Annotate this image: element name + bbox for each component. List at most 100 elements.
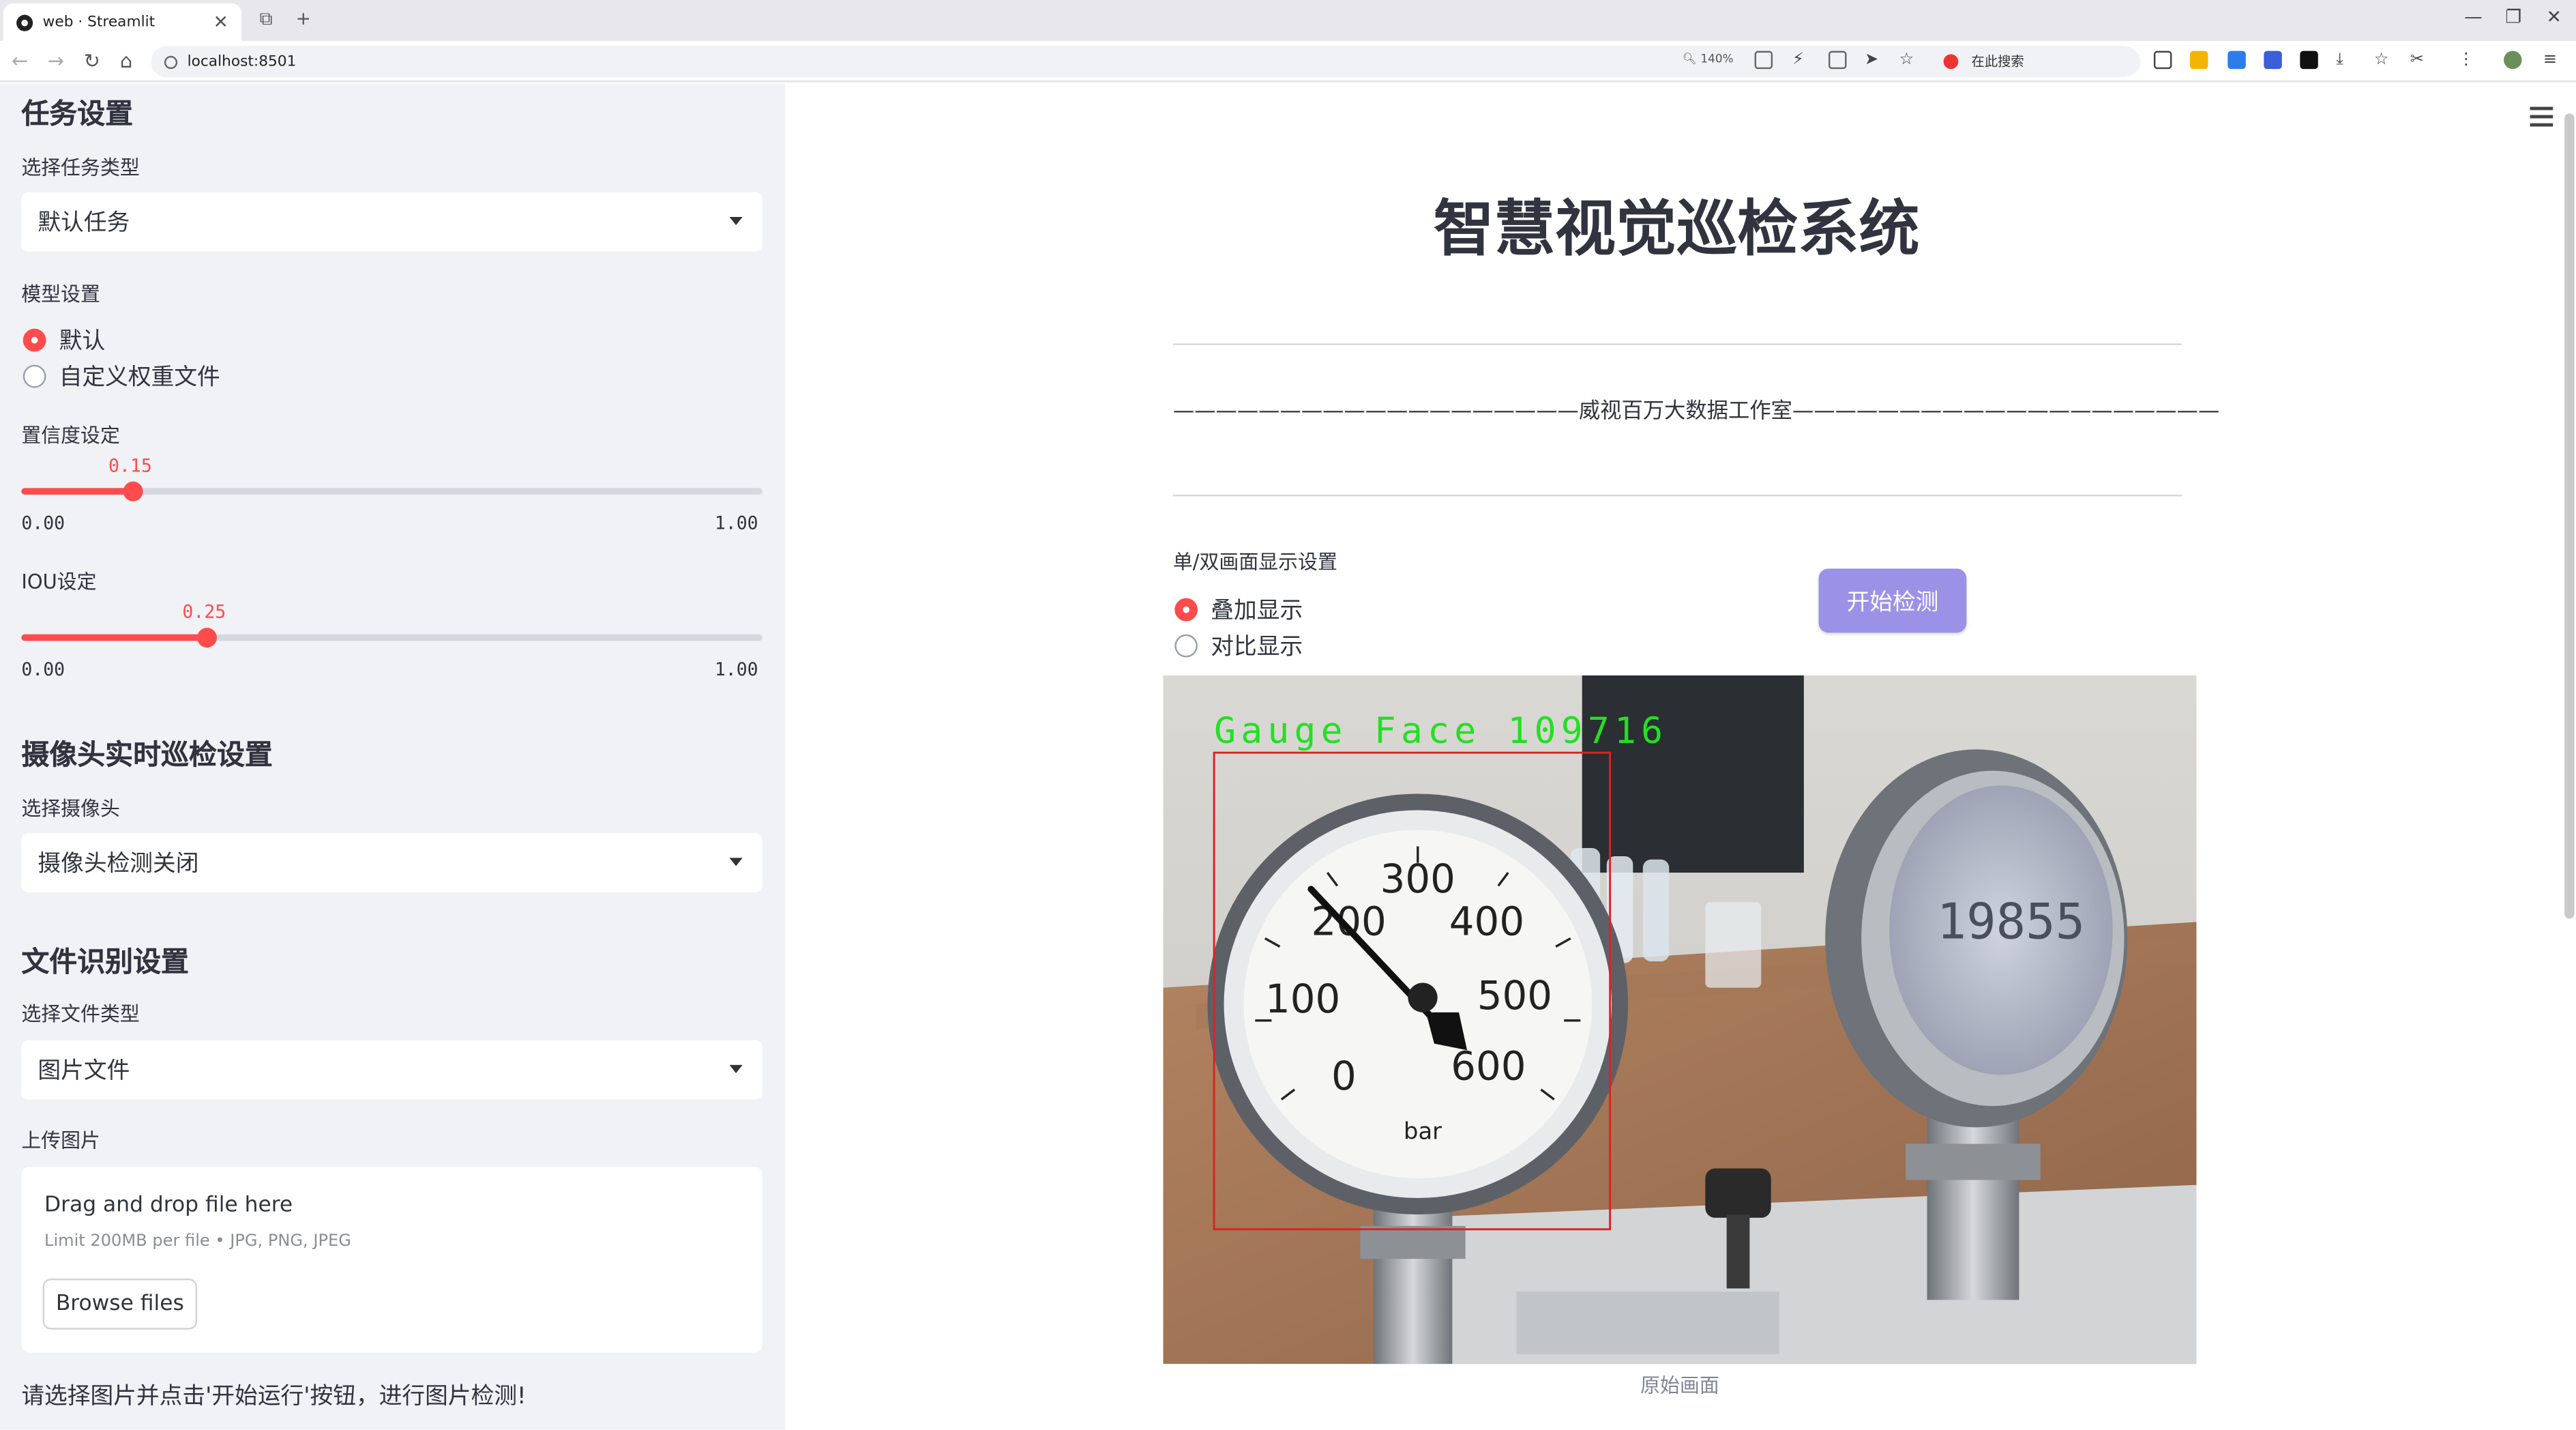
model-radio-custom[interactable]: 自定义权重文件 [23, 360, 220, 393]
gauge-unit: bar [1404, 1118, 1442, 1144]
task-section-title: 任务设置 [21, 98, 134, 132]
gauge-number: 300 [1380, 856, 1455, 902]
camera-section-title: 摄像头实时巡检设置 [21, 739, 273, 773]
tab-close-icon[interactable]: ✕ [213, 12, 228, 33]
iou-max: 1.00 [714, 658, 758, 681]
chevron-down-icon [729, 858, 743, 866]
more-menu-icon[interactable]: ⋮ [2458, 51, 2476, 69]
slider-thumb[interactable] [122, 481, 143, 501]
reader-icon[interactable] [1828, 50, 1847, 70]
minimize-icon[interactable]: — [2464, 7, 2482, 28]
gauge-number: 500 [1477, 972, 1552, 1019]
main-content: 智慧视觉巡检系统 ———————————————————威视百万大数据工作室——… [785, 83, 2576, 1430]
chevron-down-icon [729, 1064, 743, 1073]
search-box[interactable]: 在此搜索 [1935, 47, 2141, 76]
browser-tab[interactable]: web · Streamlit ✕ [3, 3, 242, 42]
streamlit-favicon-icon [16, 14, 33, 31]
radio-unselected-icon [23, 364, 46, 388]
browse-files-button[interactable]: Browse files [42, 1279, 198, 1330]
site-info-icon[interactable] [164, 55, 178, 68]
file-section-title: 文件识别设置 [21, 946, 190, 980]
chevron-down-icon [729, 216, 743, 226]
mobile-icon[interactable] [2153, 50, 2172, 70]
iou-label: IOU设定 [21, 570, 97, 594]
camera-value: 摄像头检测关闭 [38, 851, 199, 878]
iou-slider[interactable] [21, 628, 763, 648]
tab-group-icon[interactable]: ⧉ [260, 8, 273, 31]
home-icon[interactable]: ⌂ [120, 49, 132, 72]
start-detection-button[interactable]: 开始检测 [1818, 568, 1967, 633]
page-title: 智慧视觉巡检系统 [1433, 194, 1920, 265]
detection-image: 300 200 400 100 500 0 600 bar 19855 Gaug… [1163, 675, 2197, 1365]
close-window-icon[interactable]: ✕ [2547, 7, 2562, 28]
slider-fill [21, 634, 207, 641]
camera-label: 选择摄像头 [21, 797, 120, 820]
radio-selected-icon [1174, 598, 1198, 622]
dropzone-title: Drag and drop file here [44, 1193, 293, 1218]
upload-label: 上传图片 [21, 1128, 100, 1152]
model-radio-default[interactable]: 默认 [23, 324, 105, 357]
extension-icon[interactable] [2189, 50, 2208, 70]
display-radio-compare[interactable]: 对比显示 [1174, 630, 1303, 662]
extension-icon[interactable] [2227, 50, 2246, 70]
file-type-select[interactable]: 图片文件 [21, 1040, 763, 1100]
divider [1172, 495, 2182, 497]
task-type-value: 默认任务 [38, 210, 130, 237]
extension-icon[interactable] [2300, 50, 2318, 70]
display-mode-label: 单/双画面显示设置 [1172, 550, 1337, 574]
reload-icon[interactable]: ↻ [84, 49, 100, 72]
camera-select[interactable]: 摄像头检测关闭 [21, 833, 763, 892]
file-type-value: 图片文件 [38, 1058, 130, 1085]
slider-thumb[interactable] [196, 628, 217, 648]
browser-tab-bar: web · Streamlit ✕ ⧉ + — ❐ ✕ [0, 0, 2576, 42]
favorites-icon[interactable]: ☆ [2374, 51, 2392, 69]
gauge-number: 0 [1331, 1053, 1357, 1099]
page-subtitle: ———————————————————威视百万大数据工作室———————————… [1172, 399, 2220, 424]
radio-label: 叠加显示 [1211, 598, 1303, 625]
restore-icon[interactable]: ❐ [2505, 7, 2521, 28]
confidence-value: 0.15 [108, 455, 152, 477]
display-radio-overlay[interactable]: 叠加显示 [1174, 594, 1303, 626]
download-icon[interactable]: ⤓ [2336, 51, 2354, 69]
iou-min: 0.00 [21, 658, 65, 681]
new-tab-icon[interactable]: + [296, 8, 311, 29]
radio-label: 对比显示 [1211, 634, 1303, 661]
translate-icon[interactable] [1754, 50, 1773, 70]
digital-reading: 19855 [1937, 893, 2086, 950]
forward-icon[interactable]: → [48, 49, 64, 72]
gauge-number: 600 [1451, 1043, 1526, 1090]
sidebar: 任务设置 选择任务类型 默认任务 模型设置 默认 自定义权重文件 置信度设定 0… [0, 83, 786, 1430]
screenshot-icon[interactable]: ✂︎ [2410, 51, 2428, 69]
image-caption: 原始画面 [1640, 1373, 1719, 1397]
back-icon[interactable]: ← [12, 49, 28, 72]
dropzone-hint: Limit 200MB per file • JPG, PNG, JPEG [44, 1232, 351, 1251]
address-bar: ← → ↻ ⌂ localhost:8501 🔍︎ 140% ⚡︎ ➤ ☆ 在此… [0, 41, 2576, 83]
task-type-select[interactable]: 默认任务 [21, 192, 763, 252]
file-type-label: 选择文件类型 [21, 1002, 140, 1026]
confidence-slider[interactable] [21, 481, 763, 501]
share-icon[interactable]: ➤ [1865, 51, 1882, 69]
search-engine-icon [1943, 54, 1959, 70]
iou-value: 0.25 [182, 601, 226, 623]
bookmark-star-icon[interactable]: ☆ [1899, 51, 1917, 69]
instruction-text: 请选择图片并点击'开始运行'按钮，进行图片检测! [21, 1384, 527, 1410]
browser-menu-icon[interactable]: ≡ [2543, 51, 2561, 69]
lightning-icon[interactable]: ⚡︎ [1792, 51, 1810, 69]
model-label: 模型设置 [21, 282, 100, 306]
gauge-number: 100 [1265, 976, 1340, 1022]
hamburger-menu-icon[interactable] [2530, 106, 2553, 132]
confidence-max: 1.00 [714, 512, 758, 534]
zoom-level[interactable]: 🔍︎ 140% [1683, 53, 1734, 65]
url-text: localhost:8501 [187, 53, 297, 70]
confidence-min: 0.00 [21, 512, 65, 534]
radio-label: 默认 [59, 328, 106, 355]
file-dropzone[interactable]: Drag and drop file here Limit 200MB per … [21, 1167, 763, 1353]
tab-title: web · Streamlit [42, 14, 156, 31]
task-type-label: 选择任务类型 [21, 156, 140, 179]
slider-fill [21, 488, 133, 495]
radio-label: 自定义权重文件 [59, 364, 220, 392]
divider [1172, 343, 2182, 345]
extension-icon[interactable] [2264, 50, 2282, 70]
gauge-number: 400 [1449, 899, 1524, 945]
avatar[interactable] [2504, 50, 2522, 70]
